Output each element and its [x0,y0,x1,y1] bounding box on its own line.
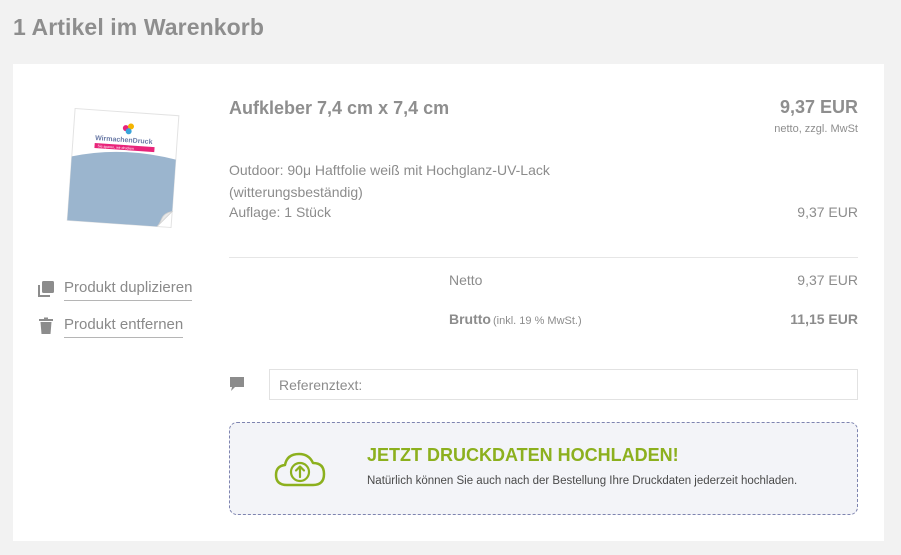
duplicate-product-button[interactable]: Produkt duplizieren [37,279,193,301]
netto-value: 9,37 EUR [797,272,858,288]
product-quantity-price: 9,37 EUR [797,204,858,220]
comment-icon [230,377,244,391]
cloud-upload-icon [274,452,326,487]
brutto-value: 11,15 EUR [790,311,858,327]
page-title: 1 Artikel im Warenkorb [13,14,265,40]
product-description: Outdoor: 90μ Haftfolie weiß mit Hochglan… [229,162,550,200]
remove-product-label[interactable]: Produkt entfernen [64,316,184,338]
brutto-note: (inkl. 19 % MwSt.) [493,315,582,327]
product-price-note: netto, zzgl. MwSt [774,123,858,135]
product-image: WirmachenDruck Sie sparen, wir drucken [66,107,180,229]
upload-title: JETZT DRUCKDATEN HOCHLADEN! [367,445,679,465]
remove-product-button[interactable]: Produkt entfernen [37,316,184,338]
product-price: 9,37 EUR [779,97,858,117]
cart-item-card: WirmachenDruck Sie sparen, wir drucken P… [13,64,884,541]
product-quantity: Auflage: 1 Stück [229,204,331,220]
netto-label: Netto [449,272,483,288]
upload-print-data-button[interactable]: JETZT DRUCKDATEN HOCHLADEN! Natürlich kö… [229,422,858,515]
duplicate-product-label[interactable]: Produkt duplizieren [64,279,193,301]
divider [229,257,858,258]
upload-subtitle: Natürlich können Sie auch nach der Beste… [367,475,798,487]
brutto-label-row: Brutto (inkl. 19 % MwSt.) [449,311,582,327]
trash-icon [39,317,53,334]
brutto-label: Brutto [449,311,491,327]
reference-text-input[interactable] [269,369,858,400]
duplicate-icon [38,281,54,297]
product-title: Aufkleber 7,4 cm x 7,4 cm [229,98,450,118]
